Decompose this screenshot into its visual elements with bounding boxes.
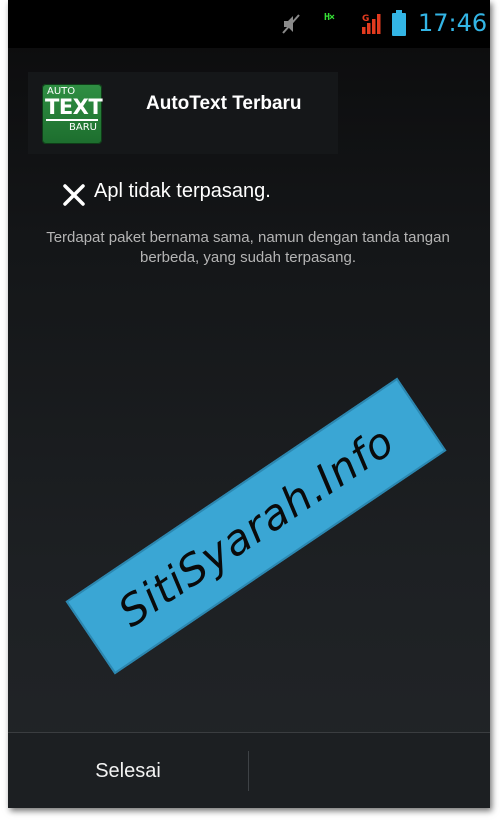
watermark-banner: SitiSyarah.Info [65,377,447,675]
error-title: Apl tidak terpasang. [94,180,271,202]
error-description: Terdapat paket bernama sama, namun denga… [46,229,450,266]
button-divider [248,751,249,791]
network-type-icon: H× [324,12,335,23]
status-bar: H× G 17:46 [8,0,490,48]
close-icon [63,184,85,206]
status-clock: 17:46 [418,9,488,37]
watermark-text: SitiSyarah.Info [109,415,403,637]
app-icon-line3: BARU [69,122,97,133]
app-icon-line2: TEXT [45,95,103,119]
bottom-action-bar: Selesai [8,732,490,808]
done-button[interactable]: Selesai [8,733,248,808]
app-icon-divider [46,119,98,121]
app-header: AUTO TEXT BARU AutoText Terbaru [28,72,338,154]
app-name: AutoText Terbaru [146,93,302,114]
mute-icon [282,14,300,34]
signal-label: G [362,14,369,24]
device-screen: H× G 17:46 AUTO TEXT BARU AutoText Terba… [8,0,490,808]
app-icon: AUTO TEXT BARU [42,84,103,144]
battery-icon [392,10,406,36]
signal-icon: G [361,13,381,34]
